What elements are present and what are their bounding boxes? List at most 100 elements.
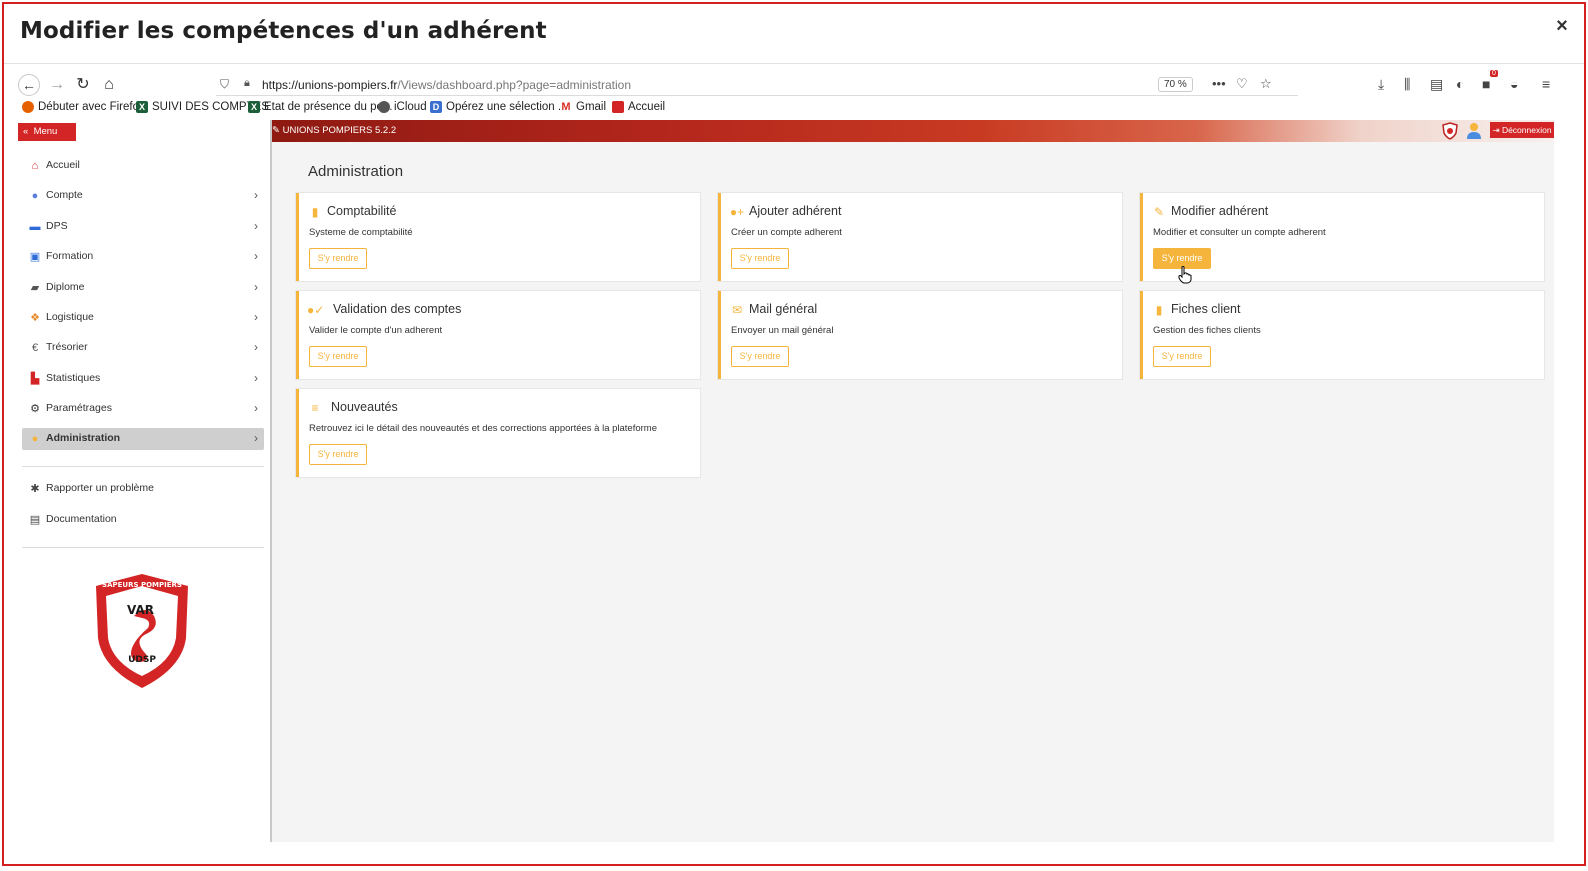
sidebar-item-report-problem[interactable]: ✱ Rapporter un problème <box>22 478 264 500</box>
bookmark-item[interactable]: M Gmail <box>560 101 606 113</box>
logout-icon: ⇥ <box>1492 125 1500 135</box>
chevron-right-icon: › <box>254 219 258 233</box>
card-nouveautes: ≡ Nouveautés Retrouvez ici le détail des… <box>296 389 700 477</box>
reload-icon[interactable]: ↻ <box>72 74 94 96</box>
firefox-icon <box>22 101 34 113</box>
bookmark-item[interactable]: X Etat de présence du pe... <box>248 101 393 113</box>
sidebar-item-parametrages[interactable]: ⚙ Paramétrages › <box>22 398 264 420</box>
user-avatar-icon[interactable] <box>1466 122 1482 140</box>
bookmark-star-icon[interactable]: ☆ <box>1260 76 1272 92</box>
hamburger-menu-icon[interactable]: ≡ <box>1542 76 1550 92</box>
sidebar-item-tresorier[interactable]: € Trésorier › <box>22 337 264 359</box>
extension-icon[interactable]: ◐ <box>1456 76 1464 92</box>
sy-rendre-button[interactable]: S'y rendre <box>309 248 367 269</box>
extensions-icon[interactable]: ◒ <box>1510 76 1518 92</box>
app-brand: ✎ UNIONS POMPIERS 5.2.2 <box>272 125 397 136</box>
modal-divider <box>4 63 1584 64</box>
card-fiches-client: ▮ Fiches client Gestion des fiches clien… <box>1140 291 1544 379</box>
bookmark-item[interactable]: D Opérez une sélection ... <box>430 101 567 113</box>
graduation-cap-icon: ▰ <box>30 282 40 294</box>
excel-icon: X <box>248 101 260 113</box>
bookmark-item[interactable]: Accueil <box>612 101 665 113</box>
page-title: Administration <box>308 163 404 180</box>
more-actions-icon[interactable]: ••• <box>1212 76 1226 91</box>
library-icon[interactable]: ⫼ <box>1404 76 1410 93</box>
chart-icon: ▙ <box>30 373 40 385</box>
browser-toolbar: ← → ↻ ⌂ ⛉ 🔒︎ https://unions-pompiers.fr/… <box>16 70 1576 98</box>
users-cog-icon: ● <box>31 433 39 445</box>
edit-icon: ✎ <box>1153 205 1165 219</box>
sy-rendre-button[interactable]: S'y rendre <box>731 346 789 367</box>
chevron-right-icon: › <box>254 371 258 385</box>
menu-toggle-button[interactable]: « Menu <box>18 123 76 141</box>
zoom-level[interactable]: 70 % <box>1158 77 1193 92</box>
notification-icon[interactable]: ■ 0 <box>1482 70 1498 92</box>
user-icon: ● <box>31 190 39 202</box>
euro-icon: € <box>31 342 39 354</box>
sidebar-item-accueil[interactable]: ⌂ Accueil <box>22 155 264 177</box>
sy-rendre-button[interactable]: S'y rendre <box>309 444 367 465</box>
bookmarks-bar: Débuter avec Firefox X SUIVI DES COMPTES … <box>22 101 1562 119</box>
sidebar-icon[interactable]: ▤ <box>1430 76 1443 93</box>
sy-rendre-button[interactable]: S'y rendre <box>731 248 789 269</box>
pocket-icon[interactable]: ♡ <box>1236 76 1248 92</box>
url-text[interactable]: https://unions-pompiers.fr/Views/dashboa… <box>262 78 631 92</box>
sidebar-item-compte[interactable]: ● Compte › <box>22 185 264 207</box>
fire-icon: ✎ <box>272 125 280 136</box>
logo-top-text: SAPEURS POMPIERS <box>102 581 182 589</box>
address-card-icon: ▮ <box>1155 303 1163 317</box>
card-ajouter-adherent: ●+ Ajouter adhérent Créer un compte adhe… <box>718 193 1122 281</box>
chevron-right-icon: › <box>254 431 258 445</box>
download-icon[interactable]: ⤓ <box>1378 76 1384 93</box>
sidebar-item-statistiques[interactable]: ▙ Statistiques › <box>22 368 264 390</box>
sidebar-item-administration[interactable]: ● Administration › <box>22 428 264 450</box>
sidebar-item-logistique[interactable]: ❖ Logistique › <box>22 307 264 329</box>
forward-icon[interactable]: → <box>46 74 68 96</box>
chevron-right-icon: › <box>254 340 258 354</box>
logo-var-text: VAR <box>127 603 154 617</box>
notification-badge: 0 <box>1490 70 1498 77</box>
sidebar-divider <box>22 466 264 467</box>
card-modifier-adherent: ✎ Modifier adhérent Modifier et consulte… <box>1140 193 1544 281</box>
sidebar: « Menu ⌂ Accueil ● Compte › ▬ DPS › ▣ Fo… <box>16 120 272 842</box>
logo-bottom-text: UDSP <box>128 655 156 665</box>
bookmark-item[interactable]: iCloud <box>378 101 427 113</box>
list-icon: ≡ <box>311 401 319 415</box>
lock-icon[interactable]: 🔒︎ <box>244 77 250 90</box>
card-mail-general: ✉ Mail général Envoyer un mail général S… <box>718 291 1122 379</box>
chevron-right-icon: › <box>254 280 258 294</box>
page-icon: D <box>430 101 442 113</box>
bookmark-item[interactable]: Débuter avec Firefox <box>22 101 145 113</box>
sy-rendre-button[interactable]: S'y rendre <box>1153 346 1211 367</box>
sy-rendre-button[interactable]: S'y rendre <box>309 346 367 367</box>
ambulance-icon: ▬ <box>29 221 41 233</box>
card-comptabilite: ▮ Comptabilité Systeme de comptabilité S… <box>296 193 700 281</box>
sidebar-item-documentation[interactable]: ▤ Documentation <box>22 509 264 531</box>
excel-icon: X <box>136 101 148 113</box>
sidebar-item-dps[interactable]: ▬ DPS › <box>22 216 264 238</box>
close-icon[interactable]: × <box>1552 16 1572 36</box>
sidebar-item-diplome[interactable]: ▰ Diplome › <box>22 277 264 299</box>
bug-icon: ✱ <box>30 483 40 495</box>
chevron-right-icon: › <box>254 249 258 263</box>
url-bar[interactable]: ⛉ 🔒︎ https://unions-pompiers.fr/Views/da… <box>216 74 1298 96</box>
chevron-right-icon: › <box>254 188 258 202</box>
app-header: ✎ UNIONS POMPIERS 5.2.2 ⇥ Déconnexion <box>272 120 1554 142</box>
envelope-icon: ✉ <box>731 303 743 317</box>
app-icon <box>612 101 624 113</box>
sidebar-divider <box>22 547 264 548</box>
logout-button[interactable]: ⇥ Déconnexion <box>1490 122 1554 138</box>
book-icon: ▤ <box>29 514 41 526</box>
cogs-icon: ⚙ <box>30 403 40 415</box>
shield-logo-icon <box>1442 122 1458 140</box>
card-validation-comptes: ●✓ Validation des comptes Valider le com… <box>296 291 700 379</box>
home-icon[interactable]: ⌂ <box>98 74 120 96</box>
double-chevron-left-icon: « <box>23 126 29 137</box>
cubes-icon: ❖ <box>30 312 40 324</box>
app-viewport: « Menu ⌂ Accueil ● Compte › ▬ DPS › ▣ Fo… <box>16 120 1554 842</box>
back-icon[interactable]: ← <box>18 74 40 96</box>
tracking-shield-icon[interactable]: ⛉ <box>220 77 229 92</box>
apple-icon <box>378 101 390 113</box>
udsp-var-logo: VAR SAPEURS POMPIERS UDSP <box>96 574 188 688</box>
sidebar-item-formation[interactable]: ▣ Formation › <box>22 246 264 268</box>
